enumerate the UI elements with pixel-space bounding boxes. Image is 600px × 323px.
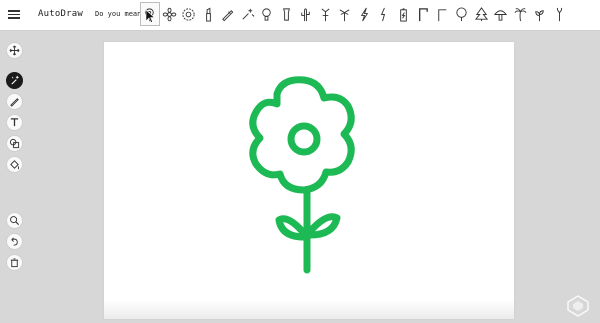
suggestion-daisy[interactable] (160, 2, 180, 26)
sunflower-icon (182, 7, 195, 21)
bolt-icon (381, 7, 386, 21)
suggestion-mushroom[interactable] (491, 2, 511, 26)
suggestion-crane[interactable] (413, 2, 433, 26)
mouse-cursor-icon (146, 10, 156, 23)
pencil-icon (222, 9, 234, 21)
suggestion-lipstick[interactable] (199, 2, 219, 26)
zoom-icon (10, 216, 20, 226)
lightning-icon (360, 7, 368, 21)
watermark-logo (567, 295, 589, 317)
tool-move[interactable] (6, 42, 23, 59)
suggestion-antenna[interactable] (316, 2, 336, 26)
tool-draw[interactable] (6, 93, 23, 110)
suggestions-label: Do you mean: (95, 10, 146, 18)
suggestion-sparkle-hand[interactable] (238, 2, 258, 26)
top-bar: AutoDraw Do you mean: (0, 0, 600, 31)
suggestion-bolt[interactable] (374, 2, 394, 26)
suggestion-lightning[interactable] (355, 2, 375, 26)
antenna-icon (321, 8, 330, 21)
tool-zoom[interactable] (6, 212, 23, 229)
app-title: AutoDraw (38, 9, 83, 19)
suggestion-flashlight[interactable] (277, 2, 297, 26)
fill-icon (10, 160, 20, 170)
menu-icon[interactable] (8, 8, 20, 22)
suggestion-tree[interactable] (452, 2, 472, 26)
palm-sketch-icon (339, 8, 350, 21)
seedling-icon (556, 7, 562, 21)
palm-tree-icon (514, 7, 527, 21)
suggestion-palm-sketch[interactable] (335, 2, 355, 26)
battery-icon (399, 7, 407, 22)
corner-icon (438, 8, 446, 21)
suggestion-pencil[interactable] (218, 2, 238, 26)
suggestion-seedling[interactable] (550, 2, 570, 26)
undo-icon (11, 237, 18, 246)
lightbulb-icon (262, 7, 271, 21)
shape-icon (9, 138, 20, 149)
lipstick-icon (205, 7, 211, 22)
suggestion-corner[interactable] (433, 2, 453, 26)
crane-icon (419, 7, 429, 21)
mushroom-icon (494, 9, 508, 21)
suggestion-sprout[interactable] (530, 2, 550, 26)
suggestion-cactus[interactable] (296, 2, 316, 26)
move-icon (9, 45, 20, 56)
tool-fill[interactable] (6, 156, 23, 173)
suggestion-pine-tree[interactable] (472, 2, 492, 26)
type-icon (10, 118, 19, 127)
delete-icon (10, 258, 19, 268)
suggestion-palm-tree[interactable] (511, 2, 531, 26)
tool-delete[interactable] (6, 254, 23, 271)
tool-shape[interactable] (6, 135, 23, 152)
pine-tree-icon (474, 6, 488, 21)
suggestion-sunflower[interactable] (179, 2, 199, 26)
autodraw-icon (11, 75, 19, 85)
suggestion-lightbulb[interactable] (257, 2, 277, 26)
suggestion-strip (140, 2, 569, 28)
flower-drawing (249, 76, 355, 274)
suggestion-battery[interactable] (394, 2, 414, 26)
canvas-bottom-shade (104, 300, 514, 319)
draw-icon (10, 98, 19, 107)
flashlight-icon (282, 7, 290, 21)
sprout-icon (535, 9, 544, 21)
tool-type[interactable] (6, 114, 23, 131)
daisy-icon (162, 7, 177, 21)
flower-icon (249, 76, 355, 274)
tool-undo[interactable] (6, 233, 23, 250)
tool-autodraw[interactable] (6, 72, 23, 89)
cactus-icon (301, 7, 310, 21)
tree-icon (456, 6, 467, 21)
drawing-canvas[interactable] (104, 42, 514, 319)
sparkle-hand-icon (242, 8, 255, 20)
